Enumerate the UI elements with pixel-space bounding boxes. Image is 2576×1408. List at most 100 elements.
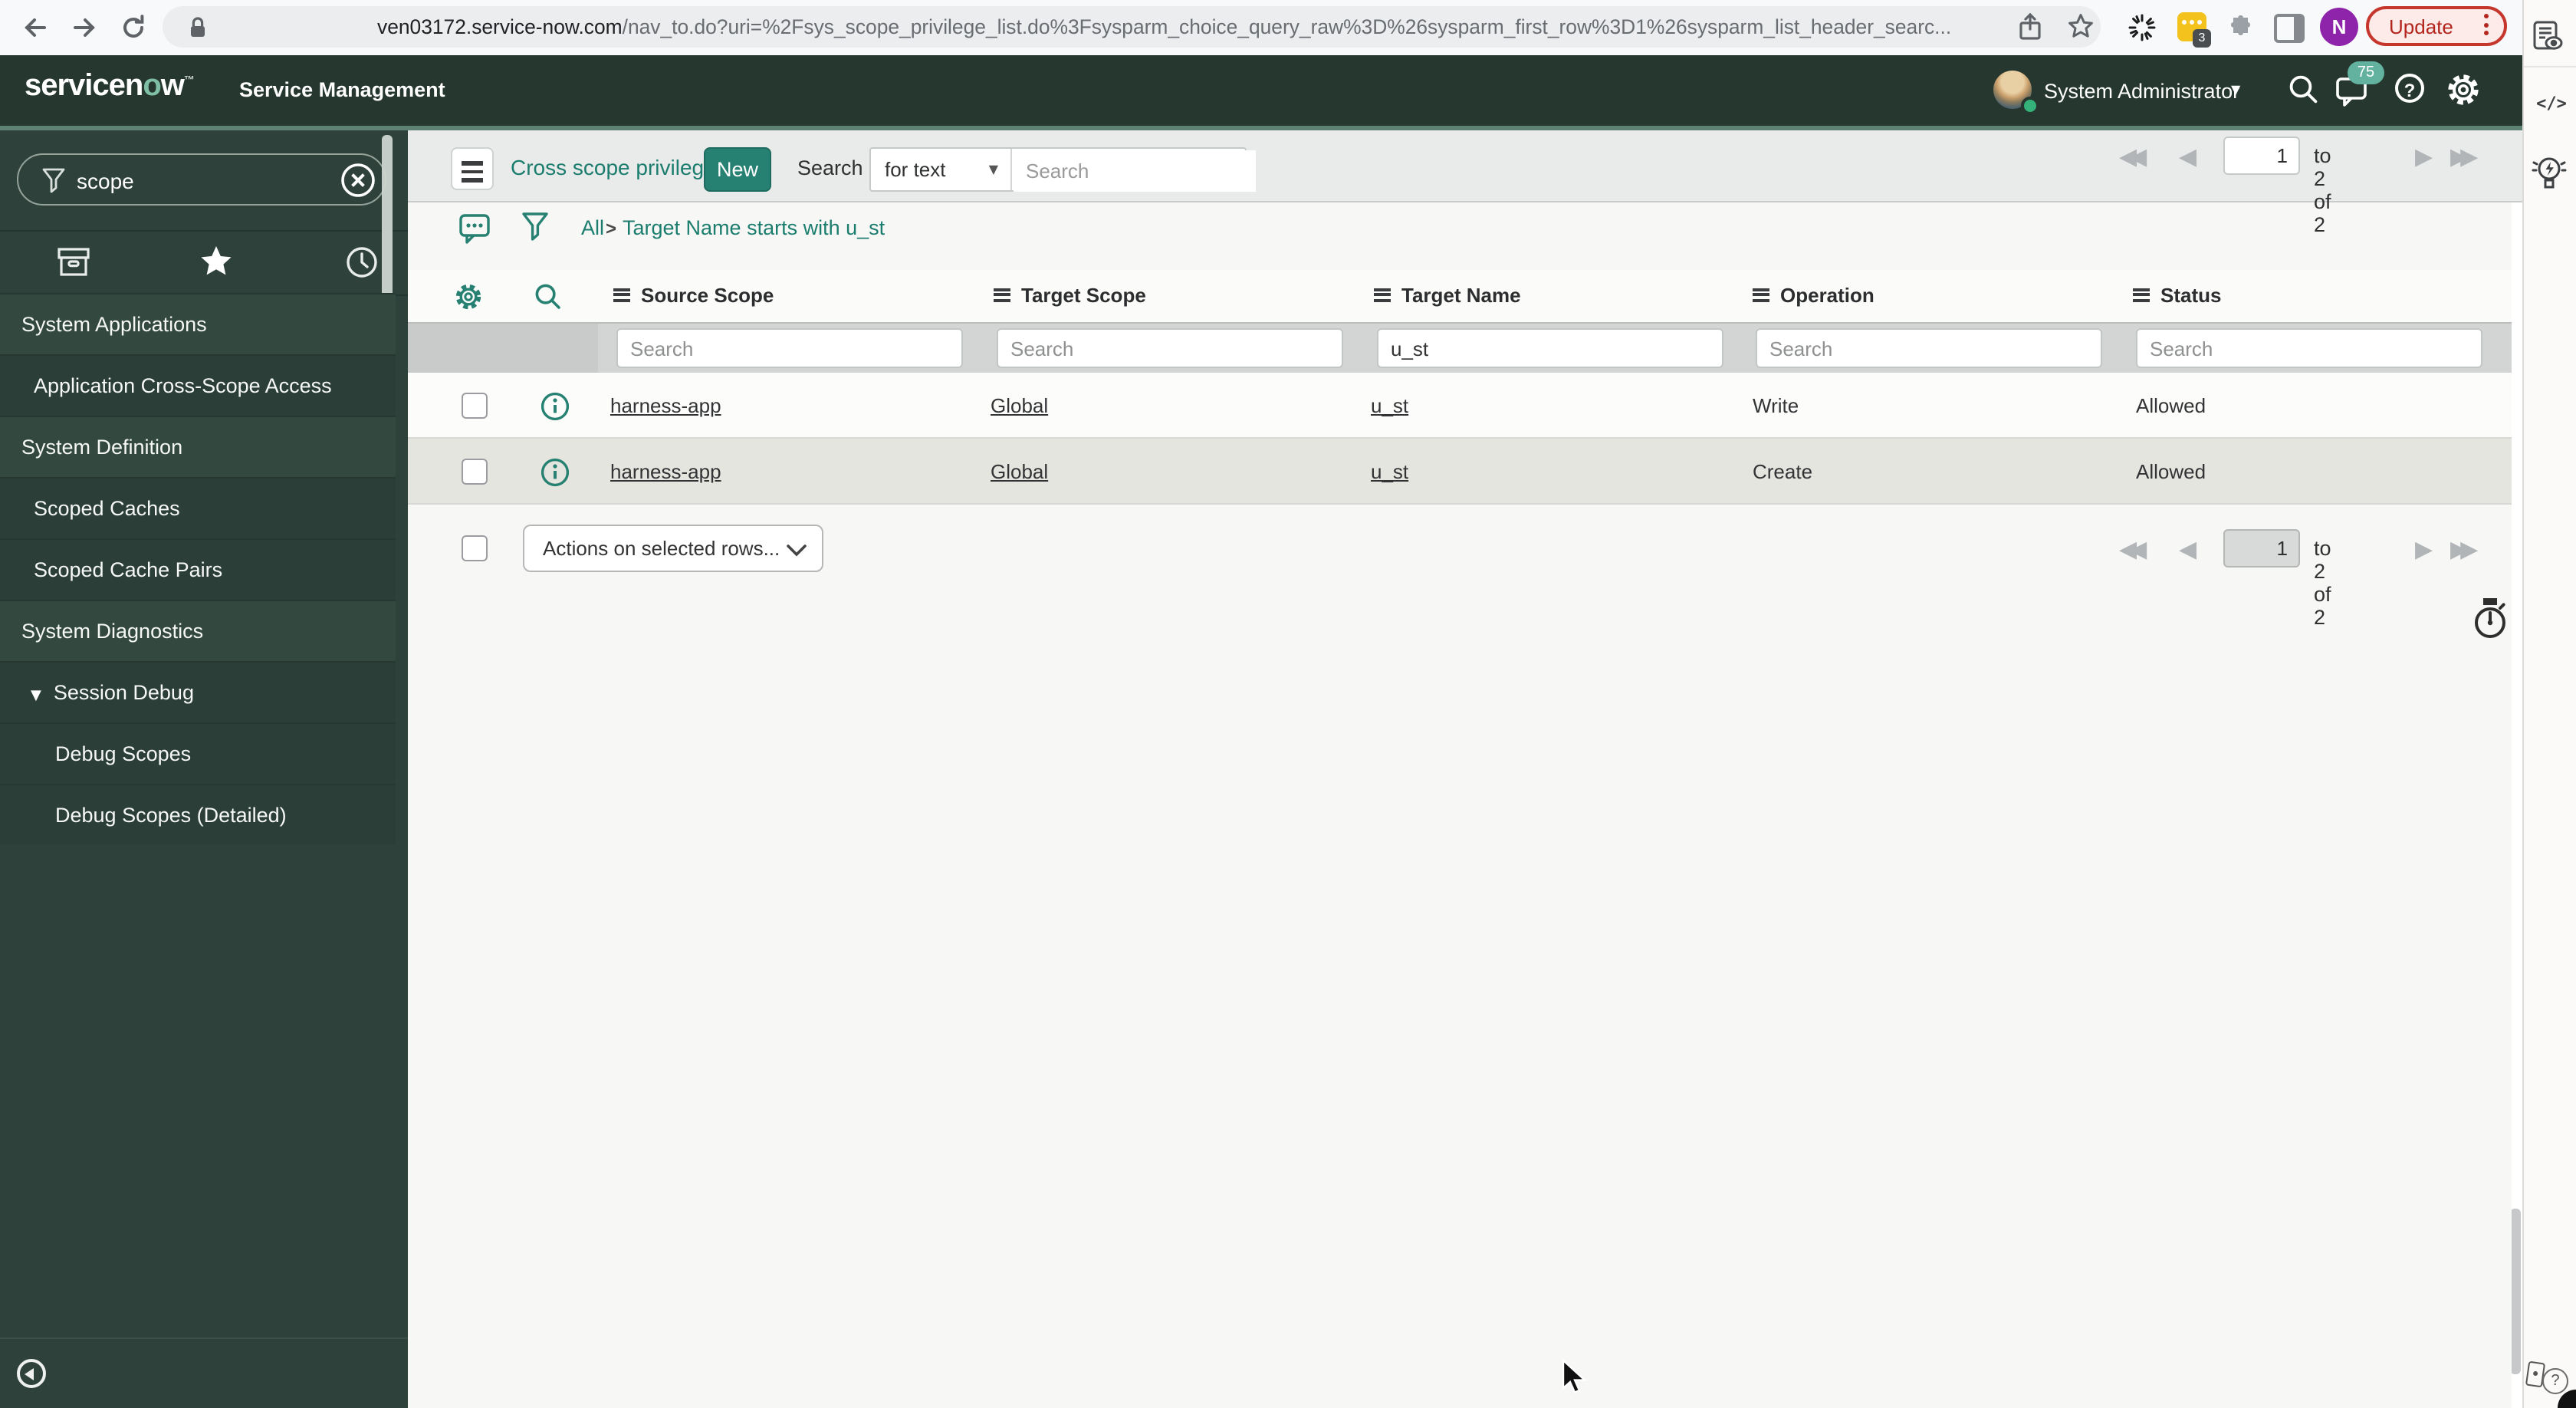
sidebar-item-system-diagnostics[interactable]: System Diagnostics: [0, 600, 396, 661]
list-title-link[interactable]: Cross scope privileges: [511, 155, 727, 179]
next-page-icon[interactable]: ▶: [2415, 143, 2433, 170]
sidebar-item-label: System Diagnostics: [21, 620, 204, 643]
sidebar-footer-divider: [0, 1337, 408, 1339]
column-search-icon[interactable]: [534, 282, 563, 311]
servicenow-logo[interactable]: servicenow™: [25, 69, 195, 104]
navigator-filter-input[interactable]: [74, 160, 325, 202]
sidebar-item-scoped-caches[interactable]: Scoped Caches: [0, 477, 396, 538]
first-page-icon[interactable]: ◀◀: [2119, 535, 2147, 563]
presence-dot: [2021, 97, 2039, 115]
filter-input-operation[interactable]: [1756, 328, 2102, 368]
history-clock-icon[interactable]: [345, 245, 379, 279]
forward-icon[interactable]: [71, 14, 98, 41]
column-menu-icon[interactable]: [1374, 288, 1391, 304]
reload-icon[interactable]: [120, 14, 147, 41]
help-icon[interactable]: ?: [2395, 74, 2424, 103]
row-info-icon[interactable]: [540, 457, 570, 488]
new-button[interactable]: New: [704, 147, 771, 192]
column-label: Status: [2160, 284, 2222, 307]
sidebar-item-label: Session Debug: [53, 681, 194, 704]
column-menu-icon[interactable]: [1753, 288, 1769, 304]
global-search-icon[interactable]: [2288, 74, 2320, 106]
page-number-input[interactable]: [2223, 137, 2300, 175]
actions-dropdown-label: Actions on selected rows...: [543, 537, 780, 560]
column-header-operation[interactable]: Operation: [1753, 270, 1875, 322]
column-header-target-scope[interactable]: Target Scope: [994, 270, 1146, 322]
spinner-extension-icon[interactable]: [2128, 14, 2156, 41]
actions-dropdown[interactable]: Actions on selected rows...: [523, 525, 823, 572]
puzzle-extensions-icon[interactable]: [2226, 14, 2252, 40]
sidebar-item-label: Application Cross-Scope Access: [34, 374, 332, 397]
code-extension-icon[interactable]: </>: [2528, 94, 2574, 113]
list-refresh-timer-icon[interactable]: [2472, 598, 2509, 641]
sidebar-item-label: Scoped Caches: [34, 497, 180, 520]
idea-bulb-icon[interactable]: [2532, 153, 2567, 193]
back-icon[interactable]: [21, 14, 49, 41]
select-all-checkbox[interactable]: [462, 535, 488, 561]
product-name: Service Management: [239, 78, 445, 101]
browser-profile-avatar[interactable]: N: [2320, 8, 2358, 46]
list-filter-icon[interactable]: [521, 212, 549, 242]
sidebar-item-debug-scopes[interactable]: Debug Scopes: [0, 722, 396, 784]
filter-input-target-name[interactable]: [1377, 328, 1723, 368]
side-panel-icon[interactable]: [2274, 14, 2305, 43]
breadcrumb-condition-link[interactable]: Target Name starts with u_st: [623, 216, 885, 239]
chrome-menu-icon[interactable]: [2484, 14, 2489, 39]
clear-filter-icon[interactable]: [340, 162, 376, 197]
row-checkbox[interactable]: [462, 393, 488, 419]
sidebar-item-system-definition[interactable]: System Definition: [0, 416, 396, 477]
reader-document-icon[interactable]: [2532, 20, 2565, 54]
row-checkbox[interactable]: [462, 459, 488, 485]
column-header-source-scope[interactable]: Source Scope: [613, 270, 774, 322]
cell-target-name[interactable]: u_st: [1371, 439, 1408, 505]
column-menu-icon[interactable]: [994, 288, 1010, 304]
last-page-icon[interactable]: ▶▶: [2450, 143, 2478, 170]
cell-target-name[interactable]: u_st: [1371, 373, 1408, 439]
cell-source-scope[interactable]: harness-app: [610, 439, 721, 505]
user-menu[interactable]: System Administrator: [2044, 80, 2239, 103]
sidebar-item-application-cross-scope-access[interactable]: Application Cross-Scope Access: [0, 354, 396, 416]
lock-icon[interactable]: [187, 15, 209, 40]
navigator-filter[interactable]: [17, 153, 386, 206]
help-bubble-icon[interactable]: ?: [2542, 1368, 2568, 1394]
next-page-icon[interactable]: ▶: [2415, 535, 2433, 563]
page-scrollbar[interactable]: [2510, 1209, 2521, 1374]
filter-input-source-scope[interactable]: [616, 328, 963, 368]
last-page-icon[interactable]: ▶▶: [2450, 535, 2478, 563]
cell-source-scope[interactable]: harness-app: [610, 373, 721, 439]
sidebar-item-scoped-cache-pairs[interactable]: Scoped Cache Pairs: [0, 538, 396, 600]
filter-input-target-scope[interactable]: [997, 328, 1343, 368]
list-search-input[interactable]: [1014, 150, 1256, 192]
prev-page-icon[interactable]: ◀: [2179, 143, 2196, 170]
column-header-status[interactable]: Status: [2133, 270, 2221, 322]
first-page-icon[interactable]: ◀◀: [2119, 143, 2147, 170]
sidebar-item-session-debug[interactable]: ▼ Session Debug: [0, 661, 396, 722]
sidebar-item-debug-scopes-detailed[interactable]: Debug Scopes (Detailed): [0, 784, 396, 845]
list-context-menu-button[interactable]: [451, 147, 494, 190]
settings-gear-icon[interactable]: [2446, 72, 2481, 107]
logo-part: servicen: [25, 69, 143, 103]
all-applications-icon[interactable]: [57, 247, 90, 278]
breadcrumb-all-link[interactable]: All: [581, 216, 604, 239]
expanded-caret-icon[interactable]: ▼: [31, 689, 41, 704]
row-info-icon[interactable]: [540, 391, 570, 422]
favorites-star-icon[interactable]: [198, 244, 235, 279]
prev-page-icon[interactable]: ◀: [2179, 535, 2196, 563]
cell-target-scope[interactable]: Global: [991, 373, 1048, 439]
address-bar[interactable]: ven03172.service-now.com/nav_to.do?uri=%…: [163, 6, 2101, 48]
bookmark-star-icon[interactable]: [2067, 12, 2095, 40]
column-header-target-name[interactable]: Target Name: [1374, 270, 1521, 322]
list-settings-gear-icon[interactable]: [454, 282, 483, 311]
cell-target-scope[interactable]: Global: [991, 439, 1048, 505]
sidebar-item-system-applications[interactable]: System Applications: [0, 293, 396, 354]
search-type-select[interactable]: for text ▼: [871, 149, 1012, 190]
page-number-input[interactable]: [2223, 529, 2300, 567]
collapse-sidebar-button[interactable]: [17, 1359, 46, 1388]
column-menu-icon[interactable]: [613, 288, 630, 304]
filter-input-status[interactable]: [2136, 328, 2482, 368]
list-chat-icon[interactable]: [458, 213, 492, 247]
share-icon[interactable]: [2018, 12, 2042, 41]
strip-divider: [2524, 66, 2576, 67]
column-menu-icon[interactable]: [2133, 288, 2150, 304]
user-menu-caret-icon[interactable]: ▼: [2231, 83, 2240, 97]
